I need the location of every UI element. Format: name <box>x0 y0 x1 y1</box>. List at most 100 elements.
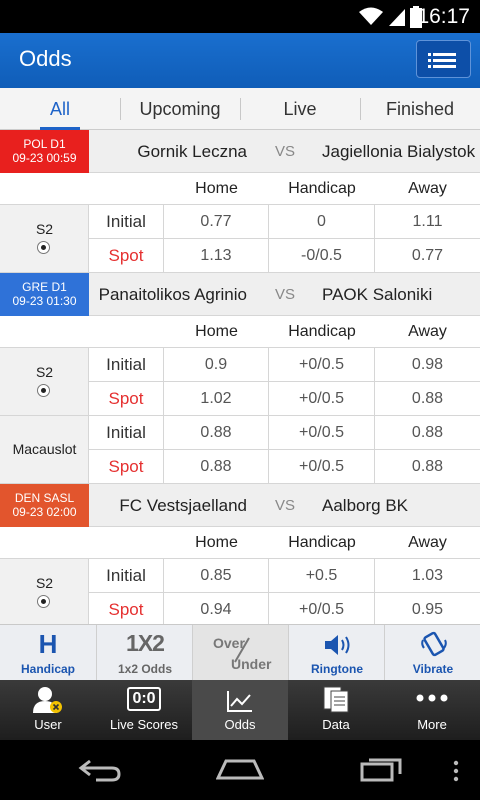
clock: 16:17 <box>417 5 470 28</box>
soccer-ball-icon <box>37 241 50 254</box>
bookmaker-cell: S2 <box>0 205 89 272</box>
col-handicap: Handicap <box>288 534 356 551</box>
odds-row-initial: Initial 0.88 +0/0.5 0.88 <box>89 416 480 450</box>
1x2-odds-filter-button[interactable]: 1X2 1x2 Odds <box>96 625 192 681</box>
app-bar: Odds <box>0 33 480 88</box>
row-label: Spot <box>89 450 164 483</box>
bookmaker-cell: S2 <box>0 348 89 415</box>
odds-home: 0.88 <box>164 416 269 449</box>
nav-user[interactable]: User <box>0 680 96 740</box>
away-team: PAOK Saloniki <box>322 285 433 304</box>
row-label: Spot <box>89 239 164 272</box>
bookmaker-name: S2 <box>35 221 54 237</box>
match-header[interactable]: DEN SASL 09-23 02:00 FC Vestsjaelland VS… <box>0 484 480 527</box>
match-header[interactable]: POL D1 09-23 00:59 Gornik Leczna VS Jagi… <box>0 130 480 173</box>
tab-live[interactable]: Live <box>240 88 360 130</box>
filter-label: 1x2 Odds <box>117 662 173 676</box>
filter-label: Ringtone <box>311 662 363 676</box>
tab-finished[interactable]: Finished <box>360 88 480 130</box>
odds-handicap: +0/0.5 <box>269 450 375 483</box>
match-datetime: 09-23 02:00 <box>12 505 77 519</box>
bookmaker-name: S2 <box>35 575 54 591</box>
cell-signal-icon <box>389 9 405 26</box>
col-home: Home <box>195 180 238 197</box>
more-dots-icon <box>416 694 448 702</box>
handicap-filter-button[interactable]: H Handicap <box>0 625 96 681</box>
home-icon[interactable] <box>216 758 264 780</box>
odds-handicap: +0/0.5 <box>269 416 375 449</box>
bookmaker-block: S2 Initial 0.77 0 1.11 Spot 1.13 -0/0.5 … <box>0 205 480 273</box>
vs-label: VS <box>274 497 295 514</box>
odds-away: 0.98 <box>411 356 444 373</box>
odds-home: 0.77 <box>164 205 269 238</box>
bookmaker-block: Macauslot Initial 0.88 +0/0.5 0.88 Spot … <box>0 416 480 484</box>
documents-icon <box>323 686 349 713</box>
wifi-icon <box>359 7 383 25</box>
tab-all[interactable]: All <box>0 88 120 130</box>
column-header: Home Handicap Away <box>0 527 480 559</box>
column-header: Home Handicap Away <box>0 316 480 348</box>
odds-filter-bar: H Handicap 1X2 1x2 Odds Over Under Ringt… <box>0 624 480 681</box>
row-label: Initial <box>89 348 164 381</box>
nav-live-scores[interactable]: 0:0 Live Scores <box>96 680 192 740</box>
vibrate-toggle[interactable]: Vibrate <box>384 625 480 681</box>
menu-button[interactable] <box>416 40 471 78</box>
filter-label: Handicap <box>20 662 75 676</box>
odds-row-spot: Spot 0.94 +0/0.5 0.95 <box>89 593 480 624</box>
nav-more[interactable]: More <box>384 680 480 740</box>
recent-apps-icon[interactable] <box>360 756 402 782</box>
odds-row-initial: Initial 0.85 +0.5 1.03 <box>89 559 480 593</box>
nav-odds[interactable]: Odds <box>192 680 288 740</box>
tab-upcoming[interactable]: Upcoming <box>120 88 240 130</box>
odds-row-initial: Initial 0.9 +0/0.5 0.98 <box>89 348 480 382</box>
home-team: FC Vestsjaelland <box>119 496 247 515</box>
bookmaker-cell: S2 <box>0 559 89 624</box>
col-home: Home <box>195 323 238 340</box>
league-name: DEN SASL <box>14 491 75 505</box>
bookmaker-cell: Macauslot <box>0 416 89 483</box>
odds-handicap: +0/0.5 <box>269 382 375 415</box>
odds-row-spot: Spot 0.88 +0/0.5 0.88 <box>89 450 480 484</box>
ringtone-toggle[interactable]: Ringtone <box>288 625 384 681</box>
column-header: Home Handicap Away <box>0 173 480 205</box>
row-label: Spot <box>89 593 164 624</box>
odds-list[interactable]: POL D1 09-23 00:59 Gornik Leczna VS Jagi… <box>0 130 480 624</box>
league-name: GRE D1 <box>22 280 67 294</box>
odds-handicap: +0.5 <box>269 559 375 592</box>
over-under-filter-button[interactable]: Over Under <box>192 625 288 681</box>
odds-handicap: +0/0.5 <box>269 348 375 381</box>
league-badge: GRE D1 09-23 01:30 <box>0 273 89 316</box>
speaker-icon <box>325 635 350 655</box>
nav-label: User <box>34 717 62 732</box>
odds-away: 1.03 <box>411 567 444 584</box>
back-icon[interactable] <box>78 758 122 782</box>
tab-label: All <box>49 99 70 119</box>
tab-label: Live <box>283 99 317 119</box>
odds-away: 0.88 <box>411 390 444 407</box>
row-label: Initial <box>89 205 164 238</box>
col-away: Away <box>408 180 447 197</box>
col-away: Away <box>408 323 447 340</box>
odds-home: 0.85 <box>164 559 269 592</box>
match-header[interactable]: GRE D1 09-23 01:30 Panaitolikos Agrinio … <box>0 273 480 316</box>
match-datetime: 09-23 00:59 <box>12 151 77 165</box>
match-datetime: 09-23 01:30 <box>12 294 77 308</box>
status-bar: 16:17 <box>0 0 480 33</box>
odds-away: 0.77 <box>411 247 444 264</box>
nav-data[interactable]: Data <box>288 680 384 740</box>
odds-home: 1.13 <box>164 239 269 272</box>
bookmaker-name: Macauslot <box>12 441 77 457</box>
user-icon <box>33 687 62 713</box>
odds-row-spot: Spot 1.02 +0/0.5 0.88 <box>89 382 480 416</box>
nav-label: Odds <box>224 717 256 732</box>
col-handicap: Handicap <box>288 323 356 340</box>
odds-home: 0.9 <box>164 348 269 381</box>
col-away: Away <box>408 534 447 551</box>
nav-label: Live Scores <box>110 717 178 732</box>
odds-handicap: -0/0.5 <box>269 239 375 272</box>
league-badge: DEN SASL 09-23 02:00 <box>0 484 89 527</box>
soccer-ball-icon <box>37 595 50 608</box>
nav-label: More <box>417 717 447 732</box>
overflow-menu-icon[interactable] <box>452 760 460 782</box>
tab-label: Finished <box>385 99 455 119</box>
